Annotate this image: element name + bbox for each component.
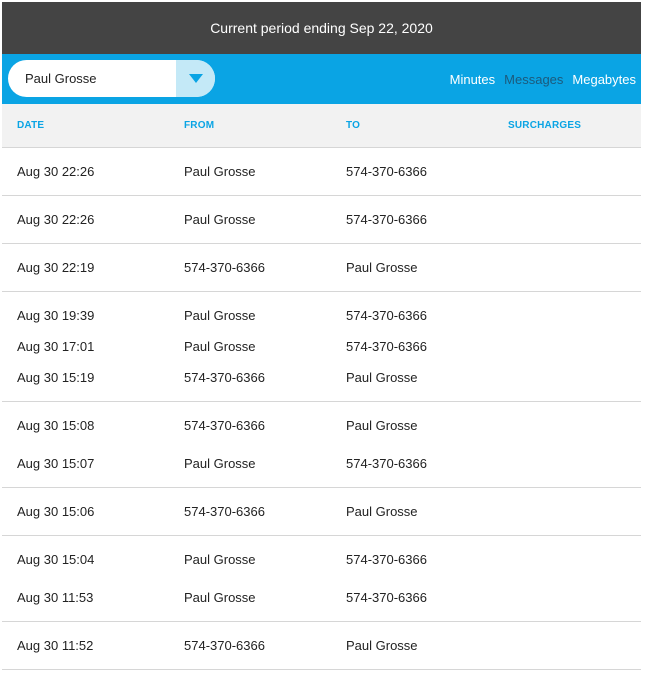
cell-to: 574-370-6366 [346, 339, 427, 354]
usage-panel: Current period ending Sep 22, 2020 Paul … [2, 2, 641, 670]
cell-from: Paul Grosse [184, 212, 256, 227]
cell-to: Paul Grosse [346, 370, 418, 385]
message-group: Aug 30 19:39 Paul Grosse 574-370-6366 Aug 3… [2, 292, 641, 402]
cell-date: Aug 30 11:53 [17, 590, 94, 605]
tab-minutes[interactable]: Minutes [450, 72, 496, 87]
column-header-date[interactable]: DATE [17, 104, 44, 147]
cell-date: Aug 30 15:19 [17, 370, 95, 385]
table-row: Aug 30 22:26 Paul Grosse 574-370-6366 [2, 159, 641, 184]
cell-from: Paul Grosse [184, 590, 256, 605]
cell-to: 574-370-6366 [346, 308, 427, 323]
cell-to: Paul Grosse [346, 260, 418, 275]
table-header: DATE FROM TO SURCHARGES [2, 104, 641, 148]
table-row: Aug 30 22:26 Paul Grosse 574-370-6366 [2, 207, 641, 232]
message-group: Aug 30 22:26 Paul Grosse 574-370-6366 [2, 196, 641, 244]
message-list: Aug 30 22:26 Paul Grosse 574-370-6366 Aug 3… [2, 148, 641, 670]
cell-from: Paul Grosse [184, 339, 256, 354]
message-group: Aug 30 22:19 574-370-6366 Paul Grosse [2, 244, 641, 292]
table-row: Aug 30 15:06 574-370-6366 Paul Grosse [2, 499, 641, 524]
cell-to: Paul Grosse [346, 504, 418, 519]
cell-to: 574-370-6366 [346, 590, 427, 605]
cell-from: Paul Grosse [184, 308, 256, 323]
cell-to: 574-370-6366 [346, 212, 427, 227]
message-group: Aug 30 15:04 Paul Grosse 574-370-6366 Aug 3… [2, 536, 641, 622]
cell-to: Paul Grosse [346, 638, 418, 653]
cell-to: 574-370-6366 [346, 164, 427, 179]
tab-megabytes[interactable]: Megabytes [572, 72, 636, 87]
cell-date: Aug 30 22:26 [17, 212, 95, 227]
cell-date: Aug 30 22:19 [17, 260, 95, 275]
table-row: Aug 30 19:39 Paul Grosse 574-370-6366 [2, 303, 641, 328]
cell-to: 574-370-6366 [346, 456, 427, 471]
cell-date: Aug 30 22:26 [17, 164, 95, 179]
cell-date: Aug 30 19:39 [17, 308, 95, 323]
table-row: Aug 30 15:07 Paul Grosse 574-370-6366 [2, 451, 641, 476]
table-row: Aug 30 15:04 Paul Grosse 574-370-6366 [2, 547, 641, 572]
cell-from: 574-370-6366 [184, 260, 265, 275]
dropdown-toggle[interactable] [176, 60, 215, 97]
column-header-to[interactable]: TO [346, 104, 360, 147]
cell-from: Paul Grosse [184, 552, 256, 567]
cell-from: Paul Grosse [184, 164, 256, 179]
cell-date: Aug 30 15:04 [17, 552, 95, 567]
user-select-dropdown[interactable]: Paul Grosse [8, 60, 215, 97]
usage-type-tabs: Minutes Messages Megabytes [450, 54, 636, 104]
period-title: Current period ending Sep 22, 2020 [210, 20, 433, 36]
cell-from: Paul Grosse [184, 456, 256, 471]
cell-from: 574-370-6366 [184, 638, 265, 653]
cell-date: Aug 30 15:07 [17, 456, 95, 471]
cell-to: 574-370-6366 [346, 552, 427, 567]
table-row: Aug 30 17:01 Paul Grosse 574-370-6366 [2, 334, 641, 359]
filter-toolbar: Paul Grosse Minutes Messages Megabytes [2, 54, 641, 104]
message-group: Aug 30 15:08 574-370-6366 Paul Grosse Aug 3… [2, 402, 641, 488]
cell-date: Aug 30 15:06 [17, 504, 95, 519]
table-row: Aug 30 11:53 Paul Grosse 574-370-6366 [2, 585, 641, 610]
column-header-from[interactable]: FROM [184, 104, 214, 147]
column-header-surcharges[interactable]: SURCHARGES [508, 104, 581, 147]
cell-from: 574-370-6366 [184, 504, 265, 519]
tab-messages[interactable]: Messages [504, 72, 563, 87]
caret-down-icon [188, 73, 203, 83]
table-row: Aug 30 22:19 574-370-6366 Paul Grosse [2, 255, 641, 280]
cell-from: 574-370-6366 [184, 370, 265, 385]
table-row: Aug 30 15:08 574-370-6366 Paul Grosse [2, 413, 641, 438]
cell-date: Aug 30 15:08 [17, 418, 95, 433]
message-group: Aug 30 11:52 574-370-6366 Paul Grosse [2, 622, 641, 670]
table-row: Aug 30 11:52 574-370-6366 Paul Grosse [2, 633, 641, 658]
table-row: Aug 30 15:19 574-370-6366 Paul Grosse [2, 365, 641, 390]
cell-date: Aug 30 17:01 [17, 339, 95, 354]
period-header: Current period ending Sep 22, 2020 [2, 2, 641, 54]
user-select-value: Paul Grosse [25, 71, 97, 86]
message-group: Aug 30 15:06 574-370-6366 Paul Grosse [2, 488, 641, 536]
message-group: Aug 30 22:26 Paul Grosse 574-370-6366 [2, 148, 641, 196]
cell-to: Paul Grosse [346, 418, 418, 433]
cell-date: Aug 30 11:52 [17, 638, 94, 653]
cell-from: 574-370-6366 [184, 418, 265, 433]
